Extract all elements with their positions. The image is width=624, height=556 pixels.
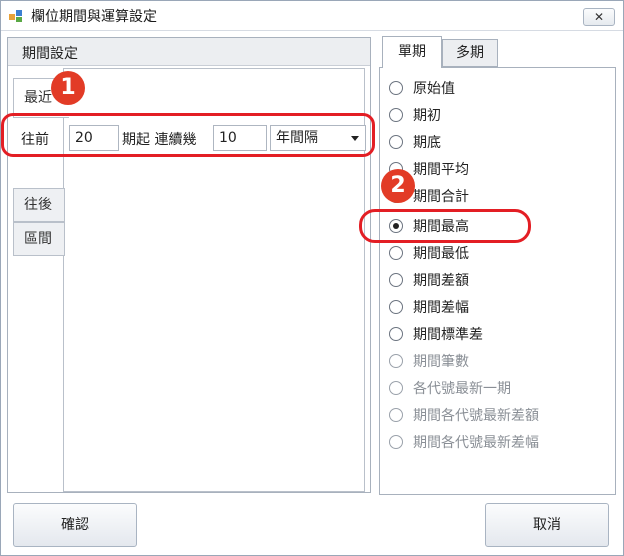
chevron-down-icon bbox=[351, 136, 359, 141]
close-button[interactable]: ✕ bbox=[583, 8, 615, 26]
radio-button-disabled bbox=[389, 435, 403, 449]
cancel-button[interactable]: 取消 bbox=[485, 503, 609, 547]
interval-select[interactable]: 年間隔 bbox=[270, 125, 366, 151]
radio-button[interactable] bbox=[389, 246, 403, 260]
period-settings-header: 期間設定 bbox=[8, 38, 370, 66]
option-label: 期間差額 bbox=[413, 273, 469, 289]
option-label: 期初 bbox=[413, 108, 441, 124]
settings-dialog: 欄位期間與運算設定 ✕ 期間設定 最近 往後 區間 往前 20 期起 連續幾 1… bbox=[0, 0, 624, 556]
radio-button[interactable] bbox=[389, 108, 403, 122]
option-label: 期間筆數 bbox=[413, 354, 469, 370]
option-label: 期間各代號最新差額 bbox=[413, 408, 539, 424]
option-label: 期間各代號最新差幅 bbox=[413, 435, 539, 451]
option-label: 期間最低 bbox=[413, 246, 469, 262]
annotation-badge-1: 1 bbox=[51, 71, 85, 105]
option-label: 各代號最新一期 bbox=[413, 381, 511, 397]
option-label: 期間標準差 bbox=[413, 327, 483, 343]
option-label: 期間合計 bbox=[413, 189, 469, 205]
option-label: 期間最高 bbox=[413, 219, 469, 235]
period-settings-title: 期間設定 bbox=[22, 46, 78, 62]
title-bar: 欄位期間與運算設定 ✕ bbox=[1, 1, 623, 31]
tab-single-period[interactable]: 單期 bbox=[382, 36, 442, 68]
count-input[interactable]: 10 bbox=[213, 125, 267, 151]
option-label: 期間差幅 bbox=[413, 300, 469, 316]
radio-button[interactable] bbox=[389, 327, 403, 341]
side-tab-forward[interactable]: 往前 bbox=[21, 129, 49, 149]
option-label: 期底 bbox=[413, 135, 441, 151]
radio-button-selected[interactable] bbox=[389, 219, 403, 233]
periods-count-label: 期起 連續幾 bbox=[122, 132, 197, 148]
radio-button-disabled bbox=[389, 408, 403, 422]
radio-button[interactable] bbox=[389, 81, 403, 95]
tab-multi-period[interactable]: 多期 bbox=[442, 39, 498, 67]
radio-button[interactable] bbox=[389, 300, 403, 314]
side-tab-backward[interactable]: 往後 bbox=[13, 188, 65, 222]
side-tab-range[interactable]: 區間 bbox=[13, 222, 65, 256]
radio-button[interactable] bbox=[389, 273, 403, 287]
annotation-badge-2: 2 bbox=[381, 169, 415, 203]
option-label: 期間平均 bbox=[413, 162, 469, 178]
interval-select-value: 年間隔 bbox=[276, 130, 318, 146]
window-title: 欄位期間與運算設定 bbox=[31, 9, 157, 25]
radio-button-disabled bbox=[389, 354, 403, 368]
radio-button[interactable] bbox=[389, 135, 403, 149]
period-settings-panel: 期間設定 最近 往後 區間 bbox=[7, 37, 371, 493]
confirm-button[interactable]: 確認 bbox=[13, 503, 137, 547]
periods-input[interactable]: 20 bbox=[69, 125, 119, 151]
radio-button-disabled bbox=[389, 381, 403, 395]
option-label: 原始值 bbox=[413, 81, 455, 97]
window-app-icon bbox=[9, 10, 22, 22]
